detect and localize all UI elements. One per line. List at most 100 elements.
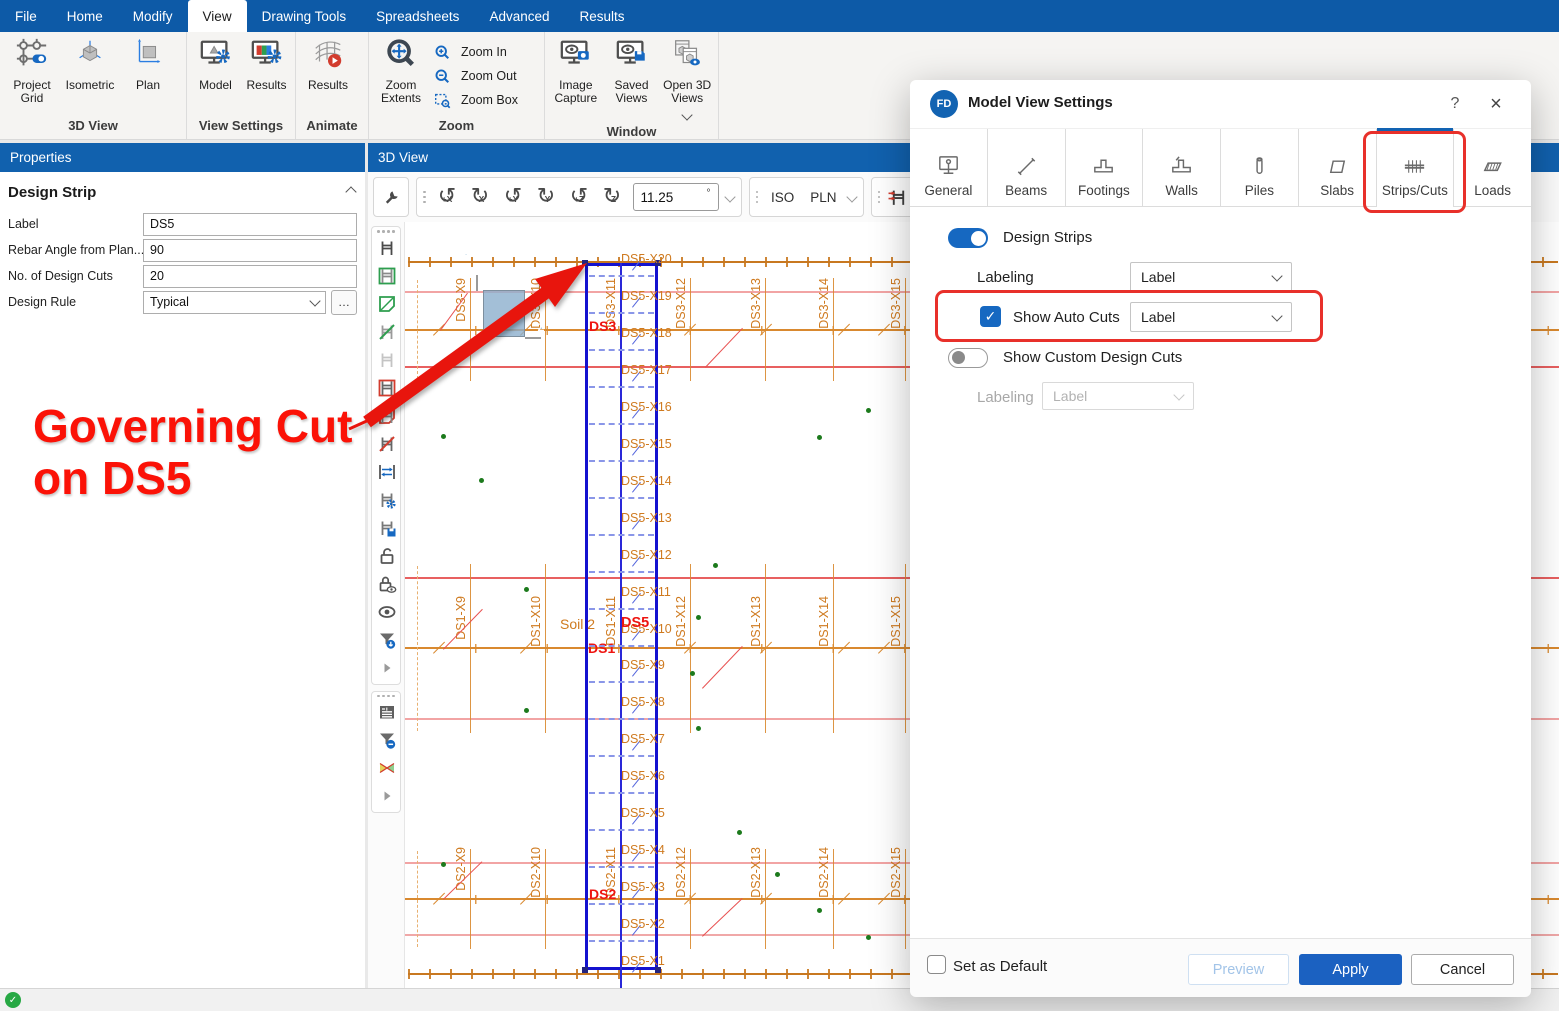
selected-element[interactable] [483, 290, 525, 337]
expand-arrow-button[interactable] [372, 782, 401, 810]
labels-gray-button[interactable] [372, 346, 401, 374]
set-as-default-checkbox[interactable] [927, 955, 946, 974]
view-settings-toggle-button[interactable] [373, 177, 409, 217]
ribbon-group-3d-view: Project GridIsometricPlan3D View [0, 32, 187, 139]
help-button[interactable]: ? [1443, 92, 1467, 116]
menu-tab-advanced[interactable]: Advanced [474, 0, 564, 32]
filter-minus-button[interactable] [372, 726, 401, 754]
rotation-angle-input[interactable]: 11.25° [633, 183, 719, 211]
display-gear-button[interactable] [372, 486, 401, 514]
labeling-label: Labeling [977, 269, 1034, 286]
beams-pen-green-button[interactable] [372, 318, 401, 346]
column-line [470, 564, 471, 733]
design-rule-select[interactable]: Typical [143, 291, 326, 314]
dialog-title: Model View Settings [968, 94, 1113, 111]
filter-down-button[interactable] [372, 626, 401, 654]
rotate-minus-z-button[interactable]: ↻-Z [596, 181, 629, 214]
menu-tab-home[interactable]: Home [52, 0, 118, 32]
node-dot [775, 872, 780, 877]
menu-tab-modify[interactable]: Modify [118, 0, 188, 32]
footings-labels-red-button[interactable] [372, 374, 401, 402]
beams-labels-button[interactable] [372, 234, 401, 262]
property-value-input[interactable]: DS5 [143, 213, 357, 236]
column-label: DS1-X15 [888, 596, 904, 656]
unlock-button[interactable] [372, 542, 401, 570]
results-button[interactable]: Results [300, 37, 356, 92]
property-value-input[interactable]: 20 [143, 265, 357, 288]
render-mode-button[interactable] [372, 754, 401, 782]
selection-grip[interactable] [582, 260, 588, 266]
preview-button[interactable]: Preview [1188, 954, 1289, 985]
menu-tab-spreadsheets[interactable]: Spreadsheets [361, 0, 474, 32]
lock-eye-button[interactable] [372, 570, 401, 598]
beam-arrows-icon[interactable] [885, 187, 912, 208]
auto-cut-label: DS5-X4 [621, 843, 701, 859]
property-value-input[interactable]: 90 [143, 239, 357, 262]
chevron-down-icon[interactable] [726, 188, 734, 206]
selection-grip[interactable] [582, 967, 588, 973]
drag-handle-icon[interactable] [372, 695, 400, 698]
auto-cut-line [589, 312, 654, 314]
chevron-down-icon[interactable] [848, 188, 856, 206]
dialog-tab-general[interactable]: General [910, 129, 988, 206]
design-strips-toggle[interactable] [948, 228, 988, 248]
auto-cut-line [589, 940, 654, 942]
image-capture-button[interactable]: Image Capture [549, 37, 603, 105]
drag-handle-icon[interactable] [372, 230, 400, 233]
beams-slash-red-button[interactable] [372, 430, 401, 458]
zoom-box-button[interactable]: Zoom Box [434, 88, 518, 112]
close-icon[interactable]: × [1483, 91, 1509, 117]
rotate-minus-x-button[interactable]: ↻-X [464, 181, 497, 214]
dialog-tab-piles[interactable]: Piles [1221, 129, 1299, 206]
labeling-dropdown[interactable]: Label [1130, 262, 1292, 292]
rotate-plusminus-z-button[interactable]: ↺+Z [563, 181, 596, 214]
extend-arrows-button[interactable] [372, 458, 401, 486]
annotation-governing-cut: Governing Cut on DS5 [33, 400, 352, 504]
plan-button[interactable]: Plan [120, 37, 176, 92]
apply-button[interactable]: Apply [1299, 954, 1402, 985]
display-save-button[interactable] [372, 514, 401, 542]
ellipsis-button[interactable]: … [331, 290, 357, 315]
dialog-tab-loads[interactable]: Loads [1454, 129, 1531, 206]
column-label: DS2-X14 [816, 847, 832, 907]
saved-views-button[interactable]: Saved Views [605, 37, 659, 105]
slabs-labels-red-button[interactable] [372, 402, 401, 430]
collapse-section-chevron-icon[interactable] [345, 186, 356, 197]
visibility-eye-button[interactable] [372, 598, 401, 626]
rotate-plusminus-y-button[interactable]: ↺+Y [497, 181, 530, 214]
rotate-plusminus-x-button[interactable]: ↺+X [431, 181, 464, 214]
dialog-tab-footings[interactable]: Footings [1066, 129, 1144, 206]
plan-view-button[interactable]: PLN [802, 190, 844, 205]
model-button[interactable]: Model [191, 37, 240, 92]
slabs-labels-green-button[interactable] [372, 290, 401, 318]
menu-tab-results[interactable]: Results [564, 0, 639, 32]
item-list-button[interactable] [372, 698, 401, 726]
dialog-tab-strips-cuts[interactable]: Strips/Cuts [1377, 129, 1455, 207]
node-dot [866, 408, 871, 413]
dialog-tab-slabs[interactable]: Slabs [1299, 129, 1377, 206]
node-dot [866, 935, 871, 940]
zoom-extents-button[interactable]: Zoom Extents [373, 37, 429, 105]
menu-tab-view[interactable]: View [188, 0, 247, 32]
properties-panel: Properties Design Strip LabelDS5Rebar An… [0, 143, 365, 988]
show-custom-design-cuts-toggle[interactable] [948, 348, 988, 368]
isometric-button[interactable]: Isometric [62, 37, 118, 92]
rotate-minus-y-button[interactable]: ↻-Y [530, 181, 563, 214]
dialog-tab-walls[interactable]: Walls [1143, 129, 1221, 206]
auto-cuts-labeling-dropdown[interactable]: Label [1130, 302, 1292, 332]
project-grid-button[interactable]: Project Grid [4, 37, 60, 105]
dialog-tab-beams[interactable]: Beams [988, 129, 1066, 206]
menu-tab-file[interactable]: File [0, 0, 52, 32]
footings-labels-green-button[interactable] [372, 262, 401, 290]
menu-tab-drawing-tools[interactable]: Drawing Tools [247, 0, 362, 32]
expand-arrow-button[interactable] [372, 654, 401, 682]
cancel-button[interactable]: Cancel [1411, 954, 1514, 985]
x-axis-handle[interactable]: X [465, 253, 467, 255]
iso-view-button[interactable]: ISO [763, 190, 802, 205]
z-axis-handle[interactable]: Z [540, 327, 542, 329]
zoom-in-button[interactable]: Zoom In [434, 40, 518, 64]
show-auto-cuts-checkbox[interactable]: ✓ [980, 306, 1001, 327]
open-3d-views-button[interactable]: Open 3D Views [660, 37, 714, 124]
results-button[interactable]: Results [242, 37, 291, 92]
zoom-out-button[interactable]: Zoom Out [434, 64, 518, 88]
